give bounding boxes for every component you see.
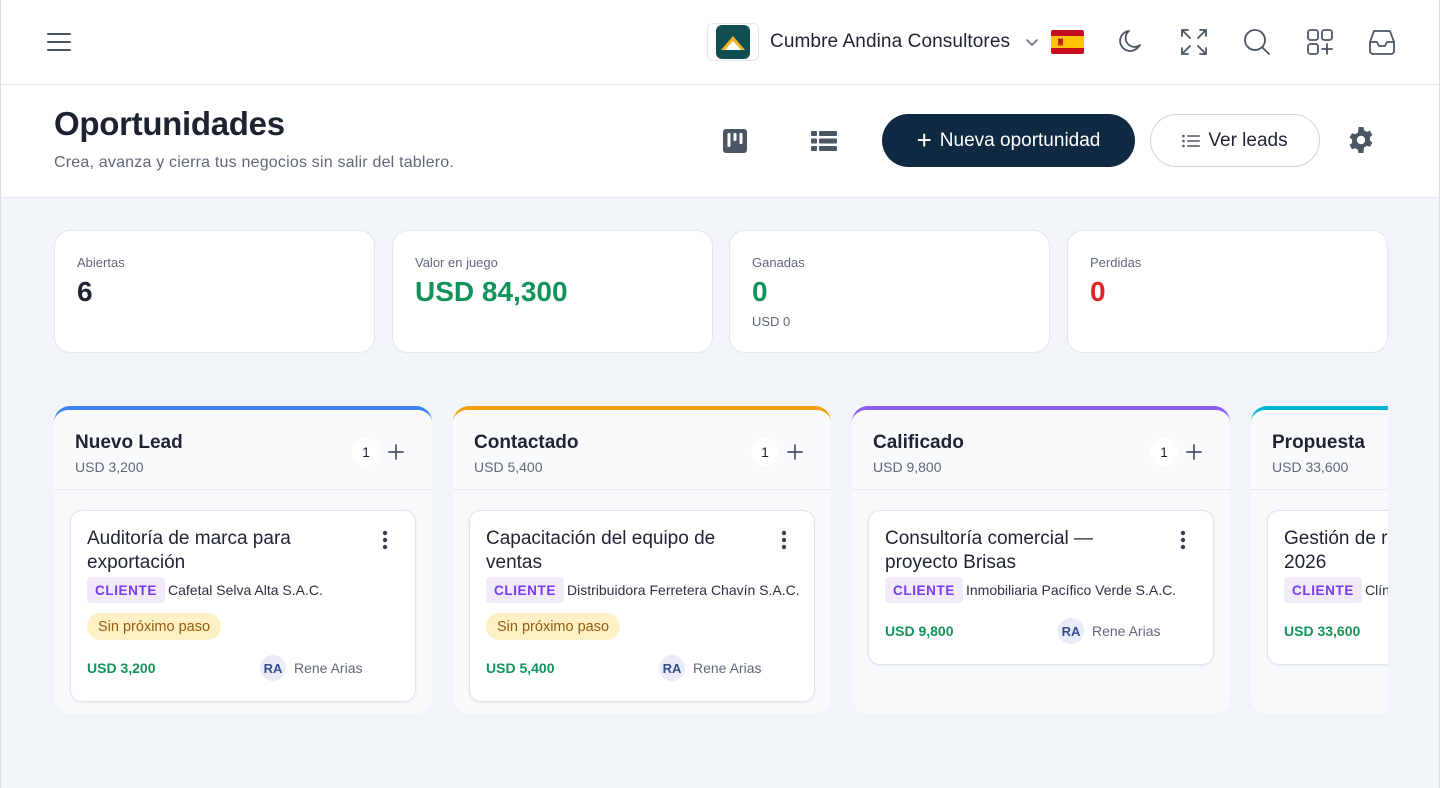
page-subtitle: Crea, avanza y cierra tus negocios sin s…: [54, 154, 455, 171]
column-total: USD 9,800: [873, 459, 942, 475]
flag-es-icon[interactable]: [1051, 30, 1084, 54]
column-count-badge: 1: [352, 438, 380, 466]
kanban-board: Nuevo Lead USD 3,200 1 Auditoría de marc…: [54, 406, 1388, 718]
card-title: Gestión de r 2026: [1284, 528, 1388, 573]
kanban-view-icon[interactable]: [721, 127, 749, 155]
company-name: Inmobiliaria Pacífico Verde S.A.C.: [966, 582, 1177, 598]
column-title: Calificado: [873, 432, 964, 453]
column-header: Nuevo Lead USD 3,200 1: [54, 410, 432, 490]
stat-value: USD 84,300: [415, 276, 568, 307]
next-step-badge: Sin próximo paso: [486, 613, 621, 640]
list-icon: [1182, 134, 1201, 147]
owner-name: Rene Arias: [294, 660, 363, 676]
org-name: Cumbre Andina Consultores: [770, 31, 1011, 52]
opportunity-card[interactable]: Capacitación del equipo de ventas CLIENT…: [469, 510, 815, 702]
page-header: Oportunidades Crea, avanza y cierra tus …: [1, 85, 1439, 198]
inbox-icon[interactable]: [1367, 27, 1397, 57]
column-total: USD 33,600: [1272, 459, 1349, 475]
opportunity-card[interactable]: Auditoría de marca para exportación CLIE…: [70, 510, 416, 702]
column-contactado: Contactado USD 5,400 1 Capacitación del …: [453, 406, 831, 714]
card-title: Auditoría de marca para exportación: [87, 528, 291, 573]
org-logo: [707, 23, 759, 61]
stat-value-at-stake: Valor en juego USD 84,300: [392, 230, 713, 353]
stat-lost: Perdidas 0: [1067, 230, 1388, 353]
card-owner: RA Rene Arias: [659, 655, 761, 681]
page-title: Oportunidades: [54, 105, 285, 142]
stat-label: Perdidas: [1090, 255, 1142, 270]
client-tag: CLIENTE: [1284, 577, 1362, 603]
avatar: RA: [1058, 618, 1084, 644]
column-count-badge: 1: [1150, 438, 1178, 466]
top-bar: Cumbre Andina Consultores: [1, 0, 1439, 85]
column-header: Calificado USD 9,800 1: [852, 410, 1230, 490]
column-total: USD 3,200: [75, 459, 144, 475]
card-title: Capacitación del equipo de ventas: [486, 528, 716, 573]
stat-value: 6: [77, 276, 93, 307]
list-view-icon[interactable]: [810, 127, 838, 155]
view-leads-label: Ver leads: [1208, 129, 1288, 151]
owner-name: Rene Arias: [1092, 623, 1161, 639]
column-nuevo-lead: Nuevo Lead USD 3,200 1 Auditoría de marc…: [54, 406, 432, 714]
card-owner: RA Rene Arias: [260, 655, 362, 681]
more-vertical-icon[interactable]: [379, 529, 391, 551]
opportunity-card[interactable]: Gestión de r 2026 CLIENTE Clín USD 33,600: [1267, 510, 1388, 665]
more-vertical-icon[interactable]: [1177, 529, 1189, 551]
add-card-icon[interactable]: [387, 443, 405, 461]
chevron-down-icon[interactable]: [1024, 34, 1040, 50]
company-name: Clín: [1365, 582, 1388, 598]
organization-switcher[interactable]: Cumbre Andina Consultores: [707, 23, 1040, 61]
next-step-badge: Sin próximo paso: [87, 613, 222, 640]
more-vertical-icon[interactable]: [778, 529, 790, 551]
stat-value: 0: [752, 276, 768, 307]
column-title: Nuevo Lead: [75, 432, 183, 453]
gear-icon[interactable]: [1346, 125, 1376, 155]
card-amount: USD 9,800: [885, 623, 954, 639]
fullscreen-icon[interactable]: [1179, 27, 1209, 57]
opportunity-card[interactable]: Consultoría comercial — proyecto Brisas …: [868, 510, 1214, 665]
column-propuesta: Propuesta USD 33,600 Gestión de r 2026 CL…: [1251, 406, 1388, 714]
search-icon[interactable]: [1242, 27, 1272, 57]
stat-won: Ganadas 0 USD 0: [729, 230, 1050, 353]
new-opportunity-label: Nueva oportunidad: [939, 129, 1101, 151]
client-tag: CLIENTE: [885, 577, 963, 603]
stat-foot: USD 0: [752, 314, 791, 329]
stat-label: Abiertas: [77, 255, 125, 270]
column-total: USD 5,400: [474, 459, 543, 475]
stat-open: Abiertas 6: [54, 230, 375, 353]
plus-icon: +: [916, 124, 932, 155]
mountain-logo-icon: [716, 25, 750, 59]
stat-label: Ganadas: [752, 255, 805, 270]
avatar: RA: [260, 655, 286, 681]
stat-label: Valor en juego: [415, 255, 498, 270]
client-tag: CLIENTE: [87, 577, 165, 603]
card-amount: USD 5,400: [486, 660, 555, 676]
column-calificado: Calificado USD 9,800 1 Consultoría comer…: [852, 406, 1230, 714]
view-leads-button[interactable]: Ver leads: [1150, 114, 1320, 167]
client-tag: CLIENTE: [486, 577, 564, 603]
column-header: Contactado USD 5,400 1: [453, 410, 831, 490]
card-amount: USD 3,200: [87, 660, 156, 676]
add-card-icon[interactable]: [786, 443, 804, 461]
new-opportunity-button[interactable]: + Nueva oportunidad: [882, 114, 1135, 167]
company-name: Cafetal Selva Alta S.A.C.: [168, 582, 323, 598]
stat-value: 0: [1090, 276, 1106, 307]
card-owner: RA Rene Arias: [1058, 618, 1160, 644]
card-amount: USD 33,600: [1284, 623, 1361, 639]
column-header: Propuesta USD 33,600: [1251, 410, 1388, 490]
menu-icon[interactable]: [47, 31, 73, 53]
add-card-icon[interactable]: [1185, 443, 1203, 461]
moon-icon[interactable]: [1116, 27, 1146, 57]
avatar: RA: [659, 655, 685, 681]
column-title: Contactado: [474, 432, 579, 453]
card-title: Consultoría comercial — proyecto Brisas: [885, 528, 1094, 573]
column-count-badge: 1: [751, 438, 779, 466]
apps-add-icon[interactable]: [1305, 27, 1335, 57]
company-name: Distribuidora Ferretera Chavín S.A.C.: [567, 582, 800, 598]
owner-name: Rene Arias: [693, 660, 762, 676]
column-title: Propuesta: [1272, 432, 1365, 453]
